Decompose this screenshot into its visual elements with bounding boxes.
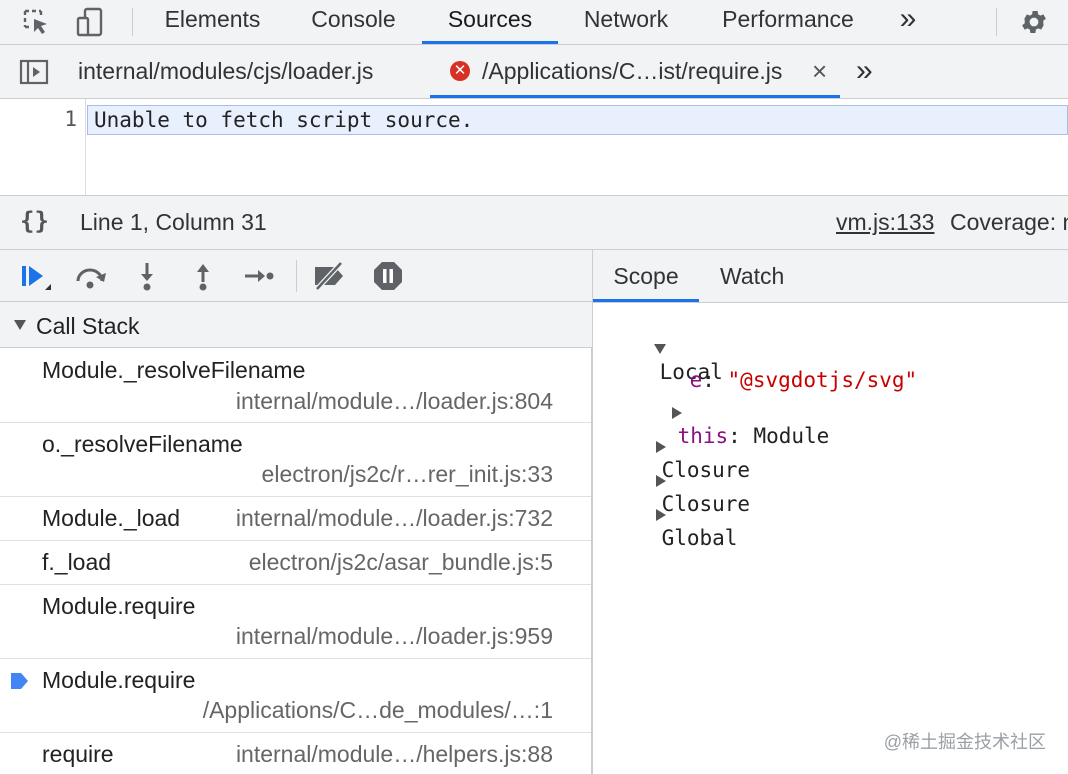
more-files-icon[interactable]: » <box>856 45 873 98</box>
frame-name: Module._resolveFilename <box>42 357 306 383</box>
step-icon[interactable] <box>238 258 278 294</box>
more-tabs-icon[interactable]: » <box>890 0 926 44</box>
settings-gear-icon[interactable] <box>1014 0 1054 44</box>
frame-name: Module._load <box>42 505 181 531</box>
cursor-position: Line 1, Column 31 <box>80 209 267 235</box>
frame-name: Module.require <box>42 667 196 693</box>
active-tab-underline <box>430 95 840 98</box>
pause-on-exceptions-icon[interactable] <box>368 258 408 294</box>
toggle-navigator-icon[interactable] <box>14 50 54 94</box>
call-frame[interactable]: Module._resolveFilename internal/module…… <box>0 348 591 423</box>
editor-status-bar: {} Line 1, Column 31 vm.js:133 Coverage:… <box>0 195 1068 250</box>
inspect-element-icon[interactable] <box>16 0 56 44</box>
call-frame[interactable]: Module._load internal/module…/loader.js:… <box>0 497 591 541</box>
call-frame[interactable]: Module.require internal/module…/loader.j… <box>0 585 591 659</box>
call-frame-current[interactable]: Module.require /Applications/C…de_module… <box>0 659 591 733</box>
collapse-triangle-icon <box>14 320 26 330</box>
toolbar-divider <box>996 8 997 36</box>
tab-sources[interactable]: Sources <box>422 0 558 44</box>
expand-triangle-icon <box>655 509 666 521</box>
frame-location: internal/module…/loader.js:959 <box>235 623 553 649</box>
tab-performance[interactable]: Performance <box>708 0 868 44</box>
file-tab-label: /Applications/C…ist/require.js <box>482 58 783 84</box>
file-tab-loader[interactable]: internal/modules/cjs/loader.js <box>78 45 373 98</box>
file-tab-require[interactable]: ✕ /Applications/C…ist/require.js × <box>430 45 840 98</box>
toolbar-divider <box>132 8 133 36</box>
close-tab-icon[interactable]: × <box>812 45 827 97</box>
this-value: Module <box>753 424 830 448</box>
source-link[interactable]: vm.js:133 <box>836 209 934 236</box>
tab-network[interactable]: Network <box>570 0 682 44</box>
call-stack-list: Module._resolveFilename internal/module…… <box>0 348 592 774</box>
code-text: Unable to fetch script source. <box>94 108 474 132</box>
call-frame[interactable]: require internal/module…/helpers.js:88 <box>0 733 591 774</box>
pretty-print-icon[interactable]: {} <box>20 207 49 235</box>
error-icon: ✕ <box>450 61 470 81</box>
frame-name: require <box>42 741 114 767</box>
watermark: @稀土掘金技术社区 <box>883 732 1046 752</box>
debugger-divider <box>296 260 297 292</box>
debugger-toolbar <box>0 250 592 302</box>
frame-location: internal/module…/loader.js:732 <box>235 505 553 531</box>
frame-location: internal/module…/loader.js:804 <box>235 388 553 414</box>
scope-watch-panel: Scope Watch Local e: "@svgdotjs/svg" thi… <box>592 250 1068 774</box>
tab-watch[interactable]: Watch <box>720 250 784 302</box>
scope-tab-bar: Scope Watch <box>593 250 1068 303</box>
frame-location: /Applications/C…de_modules/…:1 <box>202 697 553 723</box>
call-frame[interactable]: o._resolveFilename electron/js2c/r…rer_i… <box>0 423 591 497</box>
code-editor[interactable]: 1 Unable to fetch script source. <box>0 99 1068 195</box>
call-frame[interactable]: f._load electron/js2c/asar_bundle.js:5 <box>0 541 591 585</box>
current-frame-arrow-icon <box>11 673 28 689</box>
line-gutter: 1 <box>0 99 86 195</box>
coverage-label: Coverage: n <box>950 209 1068 235</box>
device-toolbar-icon[interactable] <box>70 0 110 44</box>
file-tab-bar: internal/modules/cjs/loader.js ✕ /Applic… <box>0 45 1068 99</box>
step-over-icon[interactable] <box>70 258 110 294</box>
call-stack-title: Call Stack <box>36 313 140 339</box>
frame-name: f._load <box>42 549 112 575</box>
call-stack-header[interactable]: Call Stack <box>0 302 592 348</box>
tab-console[interactable]: Console <box>296 0 411 44</box>
devtools-toolbar: Elements Console Sources Network Perform… <box>0 0 1068 45</box>
scope-global[interactable]: Global <box>605 478 737 574</box>
frame-name: Module.require <box>42 593 196 619</box>
frame-location: electron/js2c/r…rer_init.js:33 <box>261 461 553 487</box>
tab-elements[interactable]: Elements <box>150 0 275 44</box>
global-label: Global <box>661 526 738 550</box>
line-number[interactable]: 1 <box>64 107 77 131</box>
deactivate-breakpoints-icon[interactable] <box>310 258 350 294</box>
frame-name: o._resolveFilename <box>42 431 243 457</box>
resume-icon[interactable] <box>14 258 54 294</box>
step-into-icon[interactable] <box>127 258 167 294</box>
step-out-icon[interactable] <box>183 258 223 294</box>
tab-scope[interactable]: Scope <box>593 250 699 302</box>
frame-location: electron/js2c/asar_bundle.js:5 <box>248 549 553 575</box>
highlighted-line: Unable to fetch script source. <box>87 105 1068 135</box>
frame-location: internal/module…/helpers.js:88 <box>235 741 553 767</box>
